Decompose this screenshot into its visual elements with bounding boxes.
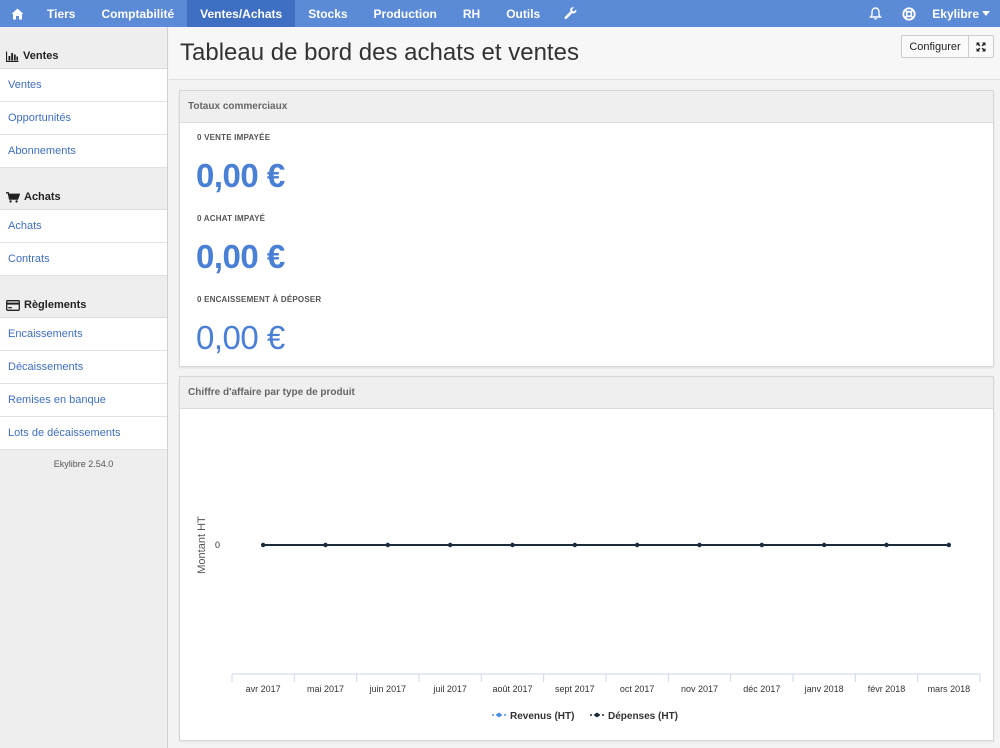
bell-icon <box>868 6 882 20</box>
top-navbar: Tiers Comptabilité Ventes/Achats Stocks … <box>0 0 1000 27</box>
kpi-value-encaissements-a-deposer[interactable]: 0,00 € <box>196 319 285 357</box>
data-point <box>821 542 827 548</box>
kpi-value-achats-impayes[interactable]: 0,00 € <box>196 238 285 276</box>
home-icon <box>11 8 23 19</box>
user-menu[interactable]: Ekylibre <box>926 0 1000 27</box>
nav-stocks[interactable]: Stocks <box>295 0 360 27</box>
legend-item: Revenus (HT) <box>510 711 574 722</box>
help-button[interactable] <box>892 0 926 27</box>
sidebar-item-lots-de-decaissements[interactable]: Lots de décaissements <box>0 417 167 450</box>
x-tick-label: avr 2017 <box>246 684 281 694</box>
data-point <box>323 542 328 548</box>
data-point <box>572 542 578 548</box>
lifebuoy-icon <box>902 6 916 21</box>
notifications-button[interactable] <box>858 0 892 27</box>
nav-tiers[interactable]: Tiers <box>34 0 88 27</box>
chevron-down-icon <box>982 11 990 16</box>
nav-ventes-achats[interactable]: Ventes/Achats <box>187 0 296 27</box>
sidebar-item-abonnements[interactable]: Abonnements <box>0 135 167 168</box>
sidebar-item-contrats[interactable]: Contrats <box>0 243 167 276</box>
nav-comptabilite[interactable]: Comptabilité <box>88 0 187 27</box>
revenue-line-chart: Montant HT 0 avr 2017 mai 2017 juin 2017 juil… <box>196 516 981 722</box>
legend-marker <box>594 712 600 718</box>
sidebar-item-remises-en-banque[interactable]: Remises en banque <box>0 384 167 417</box>
kpi-label-ventes-impayees: 0 vente impayée <box>197 133 271 142</box>
x-tick-label: mai 2017 <box>307 684 344 694</box>
nav-production[interactable]: Production <box>361 0 450 27</box>
x-tick-label: oct 2017 <box>620 684 655 694</box>
page-title: Tableau de bord des achats et ventes <box>180 39 579 66</box>
configure-button[interactable]: Configurer <box>901 35 969 58</box>
nav-outils[interactable]: Outils <box>493 0 553 27</box>
sidebar-item-achats[interactable]: Achats <box>0 210 167 243</box>
expand-icon <box>976 42 986 51</box>
sidebar-section-title: Règlements <box>24 299 87 311</box>
panel-title: Totaux commerciaux <box>180 91 993 123</box>
cart-icon <box>6 192 20 203</box>
data-point <box>385 542 391 548</box>
data-point <box>510 542 515 548</box>
sidebar-section-ventes: Ventes <box>0 27 167 69</box>
sidebar-section-title: Achats <box>24 191 61 203</box>
page-header: Tableau de bord des achats et ventes Con… <box>169 27 1000 80</box>
kpi-value-ventes-impayees[interactable]: 0,00 € <box>196 157 285 195</box>
x-tick-label: juil 2017 <box>432 684 467 694</box>
bar-chart-icon <box>6 51 19 62</box>
sidebar-section-achats: Achats <box>0 168 167 210</box>
nav-rh[interactable]: RH <box>450 0 493 27</box>
data-point <box>759 542 765 548</box>
user-menu-label: Ekylibre <box>932 6 979 21</box>
sidebar-item-decaissements[interactable]: Décaissements <box>0 351 167 384</box>
sidebar-section-reglements: Règlements <box>0 276 167 318</box>
y-tick-label: 0 <box>215 540 220 550</box>
data-point <box>634 542 640 548</box>
app-version: Ekylibre 2.54.0 <box>53 459 114 469</box>
fullscreen-button[interactable] <box>968 35 994 58</box>
x-tick-label: févr 2018 <box>868 684 906 694</box>
x-tick-label: août 2017 <box>492 684 532 694</box>
data-point <box>697 542 702 548</box>
data-point <box>884 542 889 548</box>
sidebar-item-ventes[interactable]: Ventes <box>0 69 167 102</box>
kpi-label-encaissements-a-deposer: 0 encaissement à déposer <box>197 295 322 304</box>
sidebar-section-title: Ventes <box>23 50 59 62</box>
data-point <box>260 542 266 548</box>
data-point <box>447 542 453 548</box>
x-tick-label: sept 2017 <box>555 684 595 694</box>
wrench-icon <box>564 7 577 20</box>
kpi-label-achats-impayes: 0 achat impayé <box>197 214 266 223</box>
x-tick-label: déc 2017 <box>743 684 780 694</box>
y-axis-label: Montant HT <box>196 516 208 574</box>
x-tick-label: nov 2017 <box>681 684 718 694</box>
x-tick-label: mars 2018 <box>928 684 971 694</box>
totaux-commerciaux-panel: Totaux commerciaux 0 vente impayée 0,00 … <box>179 90 994 367</box>
sidebar-item-opportunites[interactable]: Opportunités <box>0 102 167 135</box>
panel-title: Chiffre d'affaire par type de produit <box>180 377 993 409</box>
nav-settings-button[interactable] <box>553 0 587 27</box>
main-content: Tableau de bord des achats et ventes Con… <box>169 27 1000 748</box>
legend-item: Dépenses (HT) <box>608 711 678 722</box>
x-tick-label: janv 2018 <box>804 684 844 694</box>
legend-marker <box>496 712 502 718</box>
credit-card-icon <box>6 300 20 311</box>
sidebar: Ventes Ventes Opportunités Abonnements A… <box>0 27 168 748</box>
data-point <box>946 542 952 548</box>
sidebar-item-encaissements[interactable]: Encaissements <box>0 318 167 351</box>
chiffre-affaire-panel: Chiffre d'affaire par type de produit Mo… <box>179 376 994 741</box>
x-tick-label: juin 2017 <box>369 684 407 694</box>
home-button[interactable] <box>0 0 34 27</box>
